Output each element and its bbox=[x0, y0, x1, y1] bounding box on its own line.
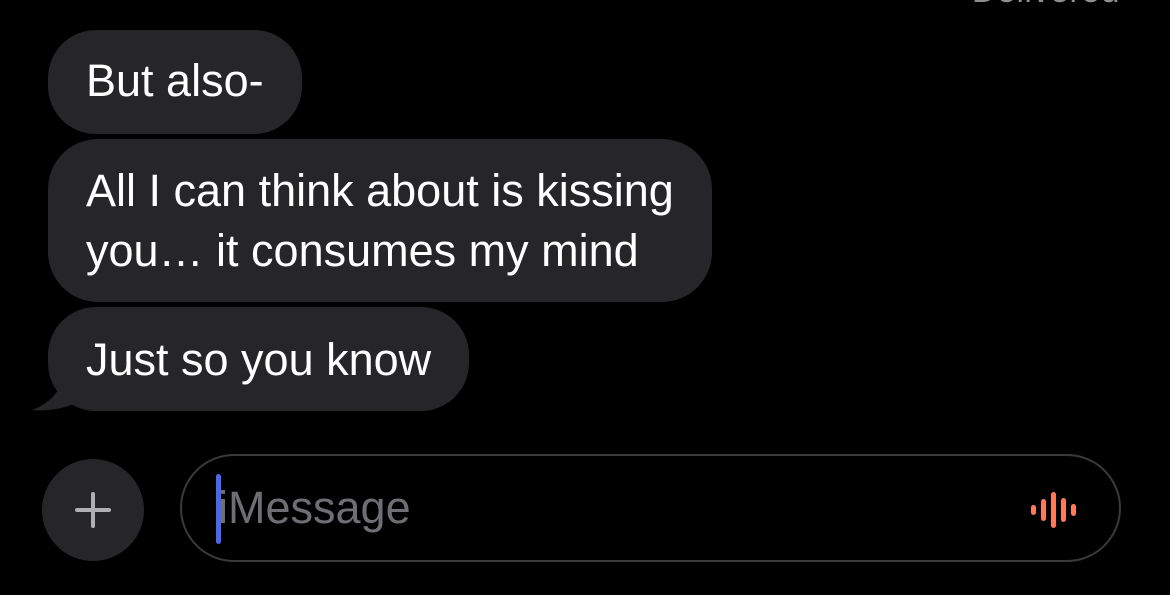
message-text-line: All I can think about is kissing bbox=[86, 165, 674, 216]
add-attachment-button[interactable] bbox=[42, 459, 144, 561]
message-text: Just so you know bbox=[86, 334, 432, 385]
message-text-line: you… it consumes my mind bbox=[86, 225, 639, 276]
message-text: But also- bbox=[86, 55, 264, 106]
dictation-button[interactable] bbox=[1029, 490, 1085, 530]
text-caret bbox=[216, 474, 221, 544]
message-bubble[interactable]: All I can think about is kissing you… it… bbox=[48, 139, 712, 302]
message-bubble[interactable]: But also- bbox=[48, 30, 302, 134]
message-bubble[interactable]: Just so you know bbox=[48, 307, 470, 411]
message-input[interactable] bbox=[212, 472, 1018, 544]
plus-icon bbox=[75, 492, 111, 528]
bubble-tail bbox=[32, 350, 86, 411]
delivery-status: Delivered bbox=[972, 0, 1120, 11]
waveform-icon bbox=[1031, 492, 1076, 528]
message-composer[interactable] bbox=[180, 454, 1121, 562]
